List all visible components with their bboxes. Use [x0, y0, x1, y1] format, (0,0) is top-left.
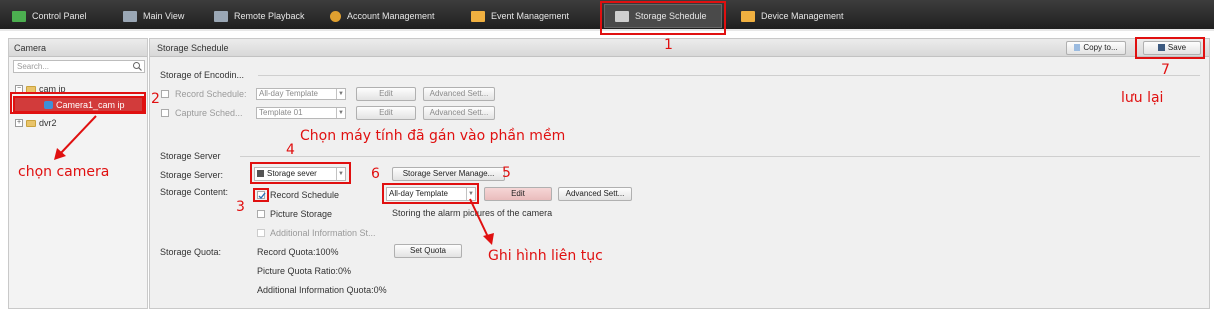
record-template-value: All-day Template: [259, 89, 318, 98]
highlight-storage-tab: [600, 1, 726, 35]
storage-server-manage-button[interactable]: Storage Server Manage...: [392, 167, 505, 181]
control-panel-icon: [12, 10, 26, 22]
annotation-step-4: 4: [286, 142, 295, 158]
tree-item-dvr2[interactable]: + dvr2: [15, 117, 57, 129]
content-edit-button[interactable]: Edit: [484, 187, 552, 201]
capture-schedule-label: Capture Sched...: [175, 108, 243, 118]
annotation-step-7: 7: [1161, 62, 1170, 78]
tab-account-management[interactable]: Account Management: [330, 4, 435, 28]
tab-main-view[interactable]: Main View: [123, 4, 184, 28]
additional-info-checkbox[interactable]: [257, 229, 265, 237]
highlight-camera: [10, 92, 146, 114]
record-edit-button[interactable]: Edit: [356, 87, 416, 101]
alarm-note: Storing the alarm pictures of the camera: [392, 208, 553, 218]
storage-quota-label: Storage Quota:: [160, 247, 222, 257]
divider: [240, 156, 1200, 157]
picture-quota: Picture Quota Ratio:0%: [257, 266, 352, 276]
capture-template-value: Template 01: [259, 108, 303, 117]
copy-icon: [1074, 44, 1081, 51]
copy-to-button[interactable]: Copy to...: [1066, 41, 1126, 55]
tab-label: Device Management: [761, 11, 844, 21]
capture-template-select[interactable]: Template 01 ▼: [256, 107, 346, 119]
tab-label: Remote Playback: [234, 11, 305, 21]
search-input[interactable]: Search...: [13, 60, 145, 73]
record-quota: Record Quota:100%: [257, 247, 339, 257]
annotation-choose-camera: chọn camera: [18, 164, 110, 180]
tab-label: Account Management: [347, 11, 435, 21]
tree-item-label: dvr2: [39, 118, 57, 128]
record-schedule-content-label: Record Schedule: [270, 190, 340, 200]
record-schedule-checkbox[interactable]: [161, 90, 169, 98]
annotation-step-1: 1: [664, 37, 673, 53]
record-advanced-button[interactable]: Advanced Sett...: [423, 87, 495, 101]
tab-event-management[interactable]: Event Management: [471, 4, 569, 28]
search-placeholder: Search...: [17, 62, 50, 71]
additional-quota: Additional Information Quota:0%: [257, 285, 387, 295]
annotation-step-5: 5: [502, 165, 511, 181]
tab-label: Main View: [143, 11, 185, 21]
tab-control-panel[interactable]: Control Panel: [12, 4, 87, 28]
storage-server-label: Storage Server:: [160, 170, 224, 180]
tab-label: Event Management: [491, 11, 570, 21]
folder-icon: [26, 119, 36, 127]
highlight-record-checkbox: [253, 188, 269, 202]
account-icon: [330, 10, 341, 22]
set-quota-button[interactable]: Set Quota: [394, 244, 462, 258]
search-icon[interactable]: [132, 61, 143, 72]
divider: [258, 75, 1200, 76]
highlight-storage-server: [250, 162, 351, 184]
annotation-step-3: 3: [236, 199, 245, 215]
additional-info-label: Additional Information St...: [270, 228, 376, 238]
picture-storage-checkbox[interactable]: [257, 210, 265, 218]
server-section-title: Storage Server: [160, 151, 221, 161]
panel-title: Storage Schedule: [157, 43, 229, 53]
storage-header: Storage Schedule Copy to... Save: [150, 39, 1209, 57]
annotation-step-6: 6: [371, 166, 380, 182]
camera-panel-title: Camera: [9, 39, 147, 57]
encoding-section-title: Storage of Encodin...: [160, 70, 245, 80]
picture-storage-label: Picture Storage: [270, 209, 333, 219]
annotation-choose-computer: Chọn máy tính đã gán vào phần mềm: [300, 128, 566, 144]
tab-device-management[interactable]: Device Management: [741, 4, 844, 28]
event-icon: [471, 10, 485, 22]
capture-advanced-button[interactable]: Advanced Sett...: [423, 106, 495, 120]
remote-playback-icon: [214, 10, 228, 22]
annotation-save: lưu lại: [1121, 90, 1164, 106]
device-icon: [741, 10, 755, 22]
tab-label: Control Panel: [32, 11, 87, 21]
highlight-save-button: [1135, 37, 1205, 59]
record-template-select[interactable]: All-day Template ▼: [256, 88, 346, 100]
copy-to-label: Copy to...: [1083, 43, 1118, 52]
content-advanced-button[interactable]: Advanced Sett...: [558, 187, 632, 201]
capture-schedule-checkbox[interactable]: [161, 109, 169, 117]
annotation-continuous-recording: Ghi hình liên tục: [488, 248, 603, 264]
chevron-down-icon: ▼: [336, 108, 345, 118]
storage-content-label: Storage Content:: [160, 187, 229, 197]
record-schedule-label: Record Schedule:: [175, 89, 247, 99]
annotation-step-2: 2: [151, 91, 160, 107]
capture-edit-button[interactable]: Edit: [356, 106, 416, 120]
expand-icon[interactable]: +: [15, 119, 23, 127]
highlight-template-select: [382, 183, 479, 204]
chevron-down-icon: ▼: [336, 89, 345, 99]
tab-remote-playback[interactable]: Remote Playback: [214, 4, 305, 28]
main-view-icon: [123, 10, 137, 22]
